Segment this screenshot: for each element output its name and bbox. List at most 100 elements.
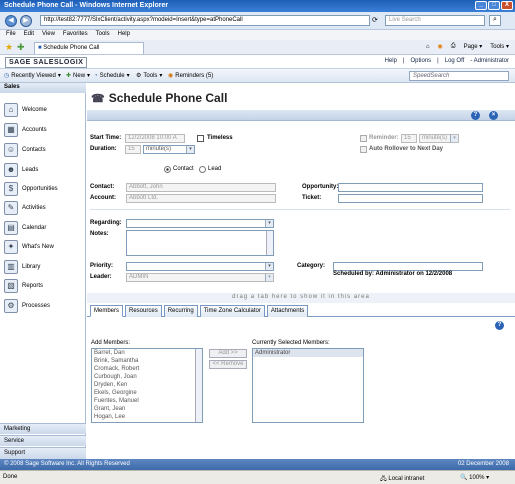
window-title-bar: Schedule Phone Call - Windows Internet E… — [0, 0, 515, 12]
available-member-item[interactable]: Fuentes, Manuel — [92, 397, 202, 405]
help-link[interactable]: Help — [385, 58, 397, 64]
tab-attachments[interactable]: Attachments — [266, 305, 309, 317]
reminders-link[interactable]: ◉ Reminders (5) — [168, 72, 213, 80]
log-off-link[interactable]: Log Off — [445, 58, 465, 64]
available-members-scrollbar[interactable] — [195, 349, 202, 422]
tools-menu[interactable]: Tools ▾ — [490, 43, 509, 50]
back-icon[interactable]: ◀ — [5, 15, 17, 27]
category-input[interactable] — [333, 262, 483, 271]
maximize-button[interactable]: □ — [488, 1, 500, 10]
sidebar-header[interactable]: Sales — [0, 83, 86, 93]
sidebar-section-support[interactable]: Support — [0, 447, 86, 459]
tab-recurring[interactable]: Recurring — [163, 305, 198, 317]
notes-scrollbar[interactable] — [266, 231, 273, 255]
live-search-input[interactable]: Live Search — [385, 15, 485, 26]
close-window-button[interactable]: X — [501, 1, 513, 10]
form-action-bar: ? × — [87, 110, 515, 121]
feeds-icon[interactable]: ◉ — [438, 43, 443, 50]
refresh-icon[interactable]: ⟳ — [372, 16, 378, 24]
add-favorite-icon[interactable]: ✚ — [17, 42, 25, 53]
tab-drop-zone[interactable]: drag a tab here to show it in this area — [87, 293, 515, 303]
intranet-icon: 🖧 — [380, 476, 387, 482]
available-member-item[interactable]: Grant, Jean — [92, 405, 202, 413]
sidebar-item-contacts[interactable]: ☺ Contacts — [4, 141, 84, 159]
recently-viewed-menu[interactable]: ◷ Recently Viewed ▾ — [4, 72, 61, 80]
sidebar-section-service[interactable]: Service — [0, 435, 86, 446]
sidebar-item-accounts[interactable]: ▦ Accounts — [4, 121, 84, 139]
zoom-icon: 🔍 — [460, 475, 468, 481]
available-member-item[interactable]: Cromack, Robert — [92, 365, 202, 373]
add-member-button[interactable]: Add >> — [209, 349, 247, 358]
duration-value-input[interactable]: 15 — [125, 145, 141, 154]
account-lookup[interactable]: Abbott Ltd. — [126, 194, 276, 203]
menu-tools[interactable]: Tools — [96, 31, 110, 39]
remove-member-button[interactable]: << Remove — [209, 360, 247, 369]
available-member-item[interactable]: Barret, Dan — [92, 349, 202, 357]
menu-file[interactable]: File — [6, 31, 16, 39]
forward-icon[interactable]: ▶ — [20, 15, 32, 27]
close-icon[interactable]: × — [489, 111, 498, 120]
sidebar-item-calendar[interactable]: ▤ Calendar — [4, 219, 84, 237]
reminder-checkbox[interactable] — [360, 135, 367, 142]
sidebar-item-opportunities[interactable]: $ Opportunities — [4, 180, 84, 198]
reminder-unit-select[interactable]: minute(s) ▾ — [419, 134, 459, 143]
favorites-star-icon[interactable]: ★ — [5, 42, 13, 53]
menu-edit[interactable]: Edit — [24, 31, 34, 39]
menu-favorites[interactable]: Favorites — [63, 31, 88, 39]
tab-members[interactable]: Members — [90, 305, 124, 317]
new-menu[interactable]: ✚ New ▾ — [66, 72, 90, 80]
sidebar-item-whats-new[interactable]: ✦ What's New — [4, 238, 84, 256]
speed-search-input[interactable]: SpeedSearch — [409, 71, 509, 81]
menu-help[interactable]: Help — [118, 31, 130, 39]
auto-rollover-checkbox[interactable] — [360, 146, 367, 153]
leader-select[interactable]: ADMIN ▾ — [126, 273, 274, 282]
available-member-item[interactable]: Curbough, Joan — [92, 373, 202, 381]
tab-resources[interactable]: Resources — [125, 305, 162, 317]
minimize-button[interactable]: _ — [475, 1, 487, 10]
options-link[interactable]: Options — [410, 58, 431, 64]
available-member-item[interactable]: Dryden, Ken — [92, 381, 202, 389]
start-time-input[interactable]: 12/2/2008 10:00 A — [125, 134, 185, 143]
tools-app-menu[interactable]: ⚙ Tools ▾ — [136, 72, 162, 80]
timeless-checkbox[interactable] — [197, 135, 204, 142]
tab-help-icon[interactable]: ? — [495, 321, 504, 330]
tab-time-zone-calculator[interactable]: Time Zone Calculator — [199, 305, 265, 317]
opportunity-lookup[interactable] — [338, 183, 483, 192]
menu-view[interactable]: View — [42, 31, 55, 39]
sidebar-item-reports[interactable]: ▧ Reports — [4, 277, 84, 295]
search-icon[interactable]: ⌕ — [489, 15, 501, 26]
url-field[interactable]: http://test82:7777/SlxClient/activity.as… — [40, 15, 370, 26]
regarding-input[interactable]: ▾ — [126, 219, 274, 228]
selected-member-item[interactable]: Administrator — [253, 349, 363, 357]
ticket-lookup[interactable] — [338, 194, 483, 203]
reminder-value-input[interactable]: 15 — [401, 134, 417, 143]
print-icon[interactable]: ⎙ — [451, 43, 456, 50]
page-menu[interactable]: Page ▾ — [464, 43, 483, 50]
sidebar-item-leads[interactable]: ☻ Leads — [4, 161, 84, 179]
lead-radio[interactable] — [199, 166, 206, 173]
browser-tab[interactable]: ■ Schedule Phone Call — [34, 42, 144, 54]
home-icon[interactable]: ⌂ — [426, 44, 430, 50]
notes-textarea[interactable] — [126, 230, 274, 256]
sidebar-item-library[interactable]: ▥ Library — [4, 258, 84, 276]
available-member-item[interactable]: Brink, Samantha — [92, 357, 202, 365]
contact-radio[interactable] — [164, 166, 171, 173]
contact-radio-label: Contact — [173, 166, 194, 172]
sidebar-item-welcome[interactable]: ⌂ Welcome — [4, 101, 84, 119]
duration-unit-select[interactable]: minute(s) ▾ — [143, 145, 195, 154]
contact-lookup[interactable]: Abbott, John — [126, 183, 276, 192]
chevron-down-icon: ▾ — [265, 220, 273, 227]
available-member-item[interactable]: Hogan, Lee — [92, 413, 202, 421]
zoom-control[interactable]: 🔍 100% ▾ — [460, 474, 489, 481]
available-member-item[interactable]: Ekels, Georgine — [92, 389, 202, 397]
sidebar-item-activities[interactable]: ✎ Activities — [4, 199, 84, 217]
priority-select[interactable]: ▾ — [126, 262, 274, 271]
schedule-menu[interactable]: ◔ Schedule ▾ — [94, 72, 130, 80]
browser-tab-bar: ★ ✚ ■ Schedule Phone Call ⌂ ◉ ⎙ Page ▾ T… — [0, 40, 515, 55]
sidebar-item-processes[interactable]: ⚙ Processes — [4, 297, 84, 315]
duration-label: Duration: — [90, 146, 117, 152]
selected-members-list[interactable]: Administrator — [252, 348, 364, 423]
help-icon[interactable]: ? — [471, 111, 480, 120]
available-members-list[interactable]: Barret, Dan Brink, Samantha Cromack, Rober… — [91, 348, 203, 423]
sidebar-section-marketing[interactable]: Marketing — [0, 423, 86, 434]
